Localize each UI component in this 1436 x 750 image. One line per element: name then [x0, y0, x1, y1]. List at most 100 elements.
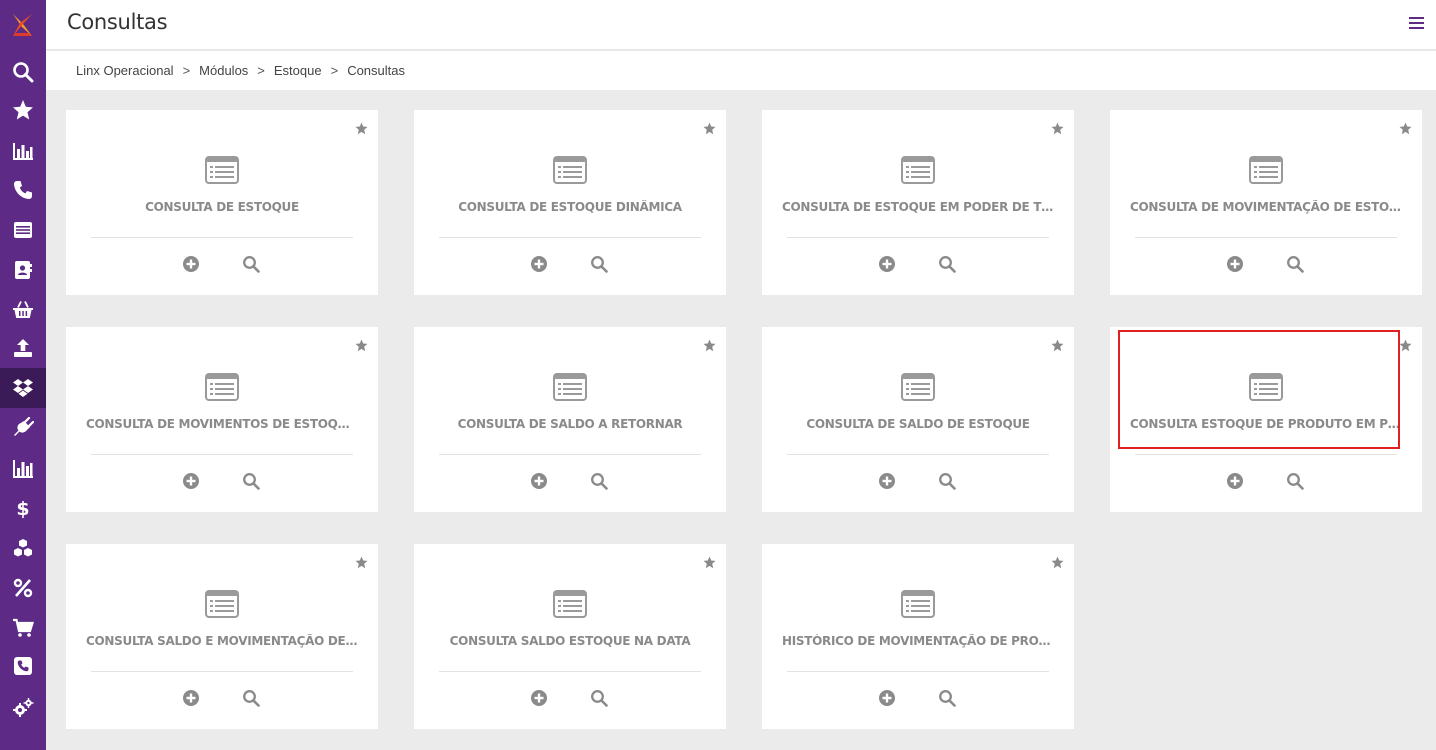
- sidebar-cart-icon[interactable]: [0, 608, 46, 648]
- list-window-icon: [901, 156, 935, 184]
- favorite-star-icon[interactable]: [1051, 120, 1064, 135]
- breadcrumb-item-estoque[interactable]: Estoque: [274, 63, 322, 78]
- hamburger-menu-icon[interactable]: [1409, 17, 1424, 31]
- card-title[interactable]: CONSULTA DE SALDO DE ESTOQUE: [782, 417, 1054, 431]
- search-icon[interactable]: [242, 255, 260, 273]
- breadcrumb-item-linx-operacional[interactable]: Linx Operacional: [76, 63, 174, 78]
- plus-circle-icon[interactable]: [182, 472, 200, 490]
- plus-circle-icon[interactable]: [878, 255, 896, 273]
- list-window-icon: [901, 373, 935, 401]
- breadcrumb-item-modulos[interactable]: Módulos: [199, 63, 248, 78]
- card-divider: [787, 237, 1049, 238]
- sidebar-list-card-icon[interactable]: [0, 210, 46, 250]
- consulta-card[interactable]: HISTÓRICO DE MOVIMENTAÇÃO DE PRODUTO: [762, 544, 1074, 729]
- card-title[interactable]: CONSULTA ESTOQUE DE PRODUTO EM PODE...: [1130, 417, 1402, 431]
- breadcrumb-separator: >: [182, 63, 191, 78]
- favorite-star-icon[interactable]: [355, 120, 368, 135]
- plus-circle-icon[interactable]: [182, 255, 200, 273]
- plus-circle-icon[interactable]: [1226, 472, 1244, 490]
- list-window-icon: [205, 590, 239, 618]
- favorite-star-icon[interactable]: [703, 554, 716, 569]
- list-window-icon: [901, 590, 935, 618]
- sidebar-percent-icon[interactable]: [0, 568, 46, 608]
- sidebar-boxes-icon[interactable]: [0, 528, 46, 568]
- favorite-star-icon[interactable]: [1051, 554, 1064, 569]
- sidebar-phone-icon[interactable]: [0, 170, 46, 210]
- card-divider: [91, 671, 353, 672]
- consulta-card[interactable]: CONSULTA ESTOQUE DE PRODUTO EM PODE...: [1110, 327, 1422, 512]
- card-divider: [439, 237, 701, 238]
- card-divider: [787, 671, 1049, 672]
- card-divider: [787, 454, 1049, 455]
- favorite-star-icon[interactable]: [1399, 120, 1412, 135]
- search-icon[interactable]: [242, 472, 260, 490]
- favorite-star-icon[interactable]: [703, 337, 716, 352]
- sidebar-plug-icon[interactable]: [0, 408, 46, 448]
- card-divider: [1135, 237, 1397, 238]
- sidebar-bar-chart-icon[interactable]: [0, 130, 46, 170]
- search-icon[interactable]: [1286, 472, 1304, 490]
- plus-circle-icon[interactable]: [530, 255, 548, 273]
- sidebar-upload-icon[interactable]: [0, 328, 46, 368]
- card-divider: [91, 454, 353, 455]
- sidebar-star-icon[interactable]: [0, 90, 46, 130]
- consulta-card[interactable]: CONSULTA DE ESTOQUE DINÂMICA: [414, 110, 726, 295]
- breadcrumb-separator: >: [257, 63, 265, 78]
- plus-circle-icon[interactable]: [182, 689, 200, 707]
- card-divider: [1135, 454, 1397, 455]
- breadcrumb-item-consultas[interactable]: Consultas: [347, 63, 405, 78]
- favorite-star-icon[interactable]: [703, 120, 716, 135]
- consulta-card[interactable]: CONSULTA DE SALDO DE ESTOQUE: [762, 327, 1074, 512]
- list-window-icon: [1249, 373, 1283, 401]
- page-header: Consultas: [46, 0, 1436, 50]
- sidebar-reports-chart-icon[interactable]: [0, 448, 46, 488]
- plus-circle-icon[interactable]: [878, 472, 896, 490]
- consulta-card[interactable]: CONSULTA DE MOVIMENTAÇÃO DE ESTOQUE ...: [1110, 110, 1422, 295]
- card-title[interactable]: CONSULTA SALDO ESTOQUE NA DATA: [434, 634, 706, 648]
- consulta-card[interactable]: CONSULTA DE SALDO A RETORNAR: [414, 327, 726, 512]
- card-title[interactable]: CONSULTA SALDO E MOVIMENTAÇÃO DE EST...: [86, 634, 358, 648]
- list-window-icon: [205, 373, 239, 401]
- search-icon[interactable]: [938, 255, 956, 273]
- search-icon[interactable]: [1286, 255, 1304, 273]
- sidebar-basket-icon[interactable]: [0, 290, 46, 330]
- card-title[interactable]: CONSULTA DE ESTOQUE: [86, 200, 358, 214]
- search-icon[interactable]: [938, 472, 956, 490]
- card-divider: [91, 237, 353, 238]
- consulta-card[interactable]: CONSULTA DE MOVIMENTOS DE ESTOQUE DE ...: [66, 327, 378, 512]
- consulta-card[interactable]: CONSULTA DE ESTOQUE EM PODER DE TERC...: [762, 110, 1074, 295]
- card-title[interactable]: CONSULTA DE SALDO A RETORNAR: [434, 417, 706, 431]
- breadcrumb-separator: >: [330, 63, 339, 78]
- favorite-star-icon[interactable]: [1051, 337, 1064, 352]
- sidebar-phone-square-icon[interactable]: [0, 646, 46, 686]
- linx-logo-icon[interactable]: [10, 12, 36, 38]
- card-title[interactable]: CONSULTA DE ESTOQUE EM PODER DE TERC...: [782, 200, 1054, 214]
- sidebar-dropbox-icon[interactable]: [0, 368, 46, 408]
- search-icon[interactable]: [242, 689, 260, 707]
- sidebar-search-icon[interactable]: [0, 52, 46, 92]
- plus-circle-icon[interactable]: [878, 689, 896, 707]
- card-title[interactable]: CONSULTA DE MOVIMENTOS DE ESTOQUE DE ...: [86, 417, 358, 431]
- plus-circle-icon[interactable]: [530, 472, 548, 490]
- card-title[interactable]: CONSULTA DE ESTOQUE DINÂMICA: [434, 200, 706, 214]
- list-window-icon: [553, 373, 587, 401]
- list-window-icon: [1249, 156, 1283, 184]
- card-divider: [439, 671, 701, 672]
- favorite-star-icon[interactable]: [355, 554, 368, 569]
- consulta-card[interactable]: CONSULTA SALDO E MOVIMENTAÇÃO DE EST...: [66, 544, 378, 729]
- plus-circle-icon[interactable]: [530, 689, 548, 707]
- search-icon[interactable]: [590, 689, 608, 707]
- search-icon[interactable]: [938, 689, 956, 707]
- search-icon[interactable]: [590, 255, 608, 273]
- consulta-card[interactable]: CONSULTA DE ESTOQUE: [66, 110, 378, 295]
- sidebar-contacts-book-icon[interactable]: [0, 250, 46, 290]
- sidebar-gears-icon[interactable]: [0, 688, 46, 728]
- card-title[interactable]: HISTÓRICO DE MOVIMENTAÇÃO DE PRODUTO: [782, 634, 1054, 648]
- search-icon[interactable]: [590, 472, 608, 490]
- favorite-star-icon[interactable]: [355, 337, 368, 352]
- sidebar-dollar-icon[interactable]: $: [0, 488, 46, 528]
- plus-circle-icon[interactable]: [1226, 255, 1244, 273]
- consulta-card[interactable]: CONSULTA SALDO ESTOQUE NA DATA: [414, 544, 726, 729]
- card-title[interactable]: CONSULTA DE MOVIMENTAÇÃO DE ESTOQUE ...: [1130, 200, 1402, 214]
- favorite-star-icon[interactable]: [1399, 337, 1412, 352]
